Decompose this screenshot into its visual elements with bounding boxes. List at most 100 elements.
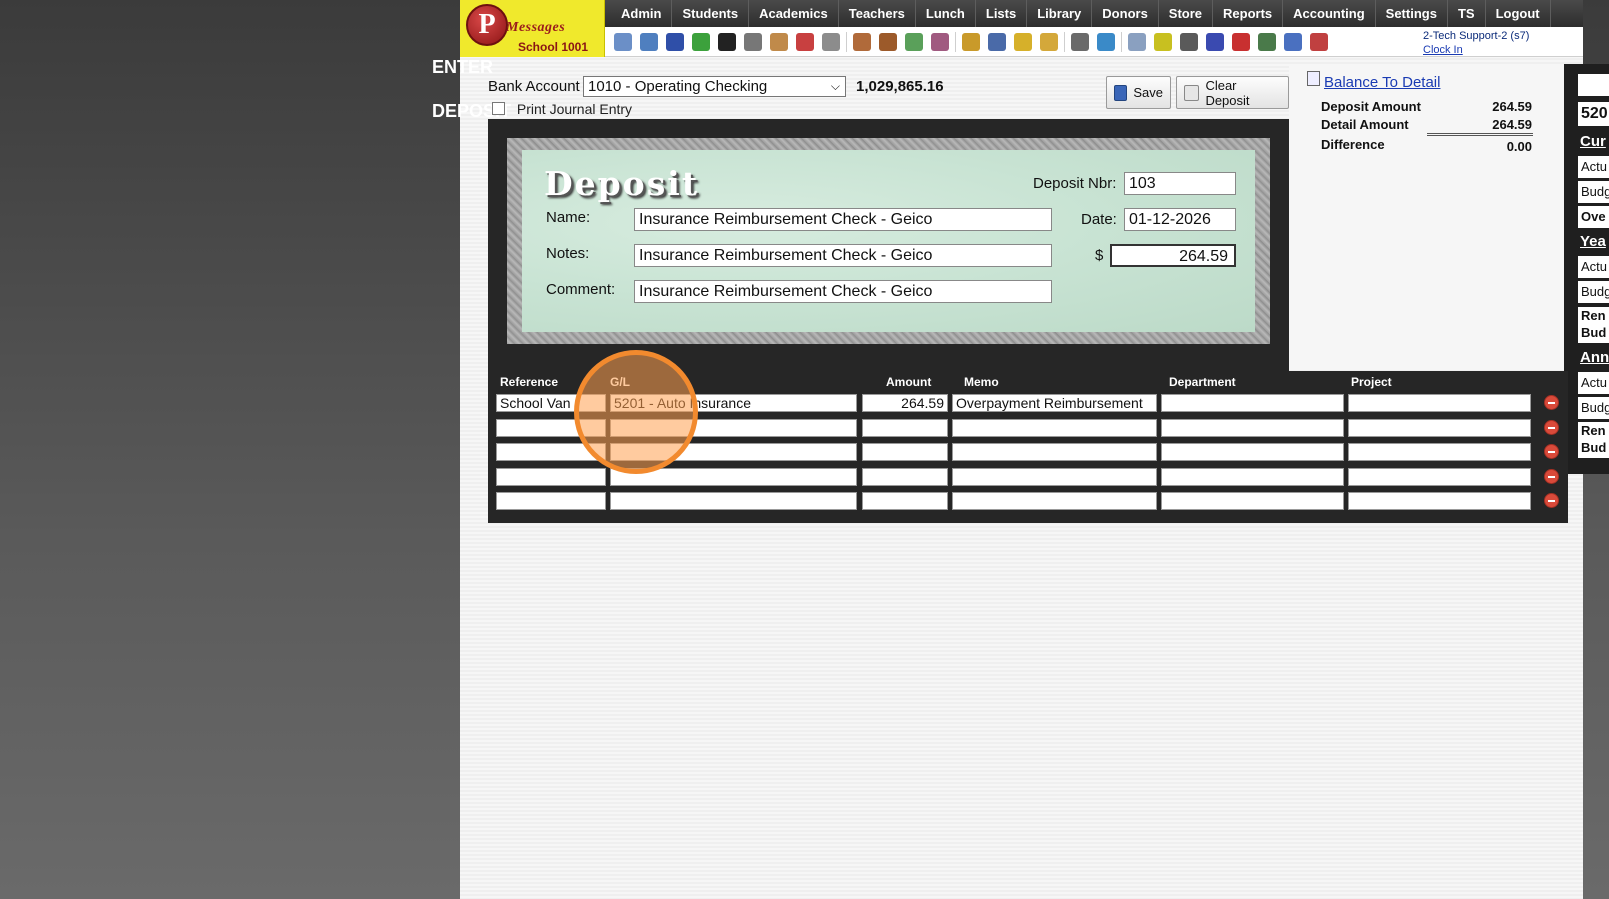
deposit-number-label: Deposit Nbr: [1033, 175, 1117, 192]
cash-icon[interactable] [1258, 32, 1276, 51]
remove-row-icon[interactable] [1544, 468, 1559, 484]
floppy-disk-icon [1114, 84, 1128, 101]
money-icon[interactable] [905, 32, 923, 51]
row-4-project-input[interactable] [1348, 467, 1531, 486]
nav-item-accounting[interactable]: Accounting [1283, 0, 1376, 27]
group-icon[interactable] [931, 32, 949, 51]
bank-account-select[interactable]: 1010 - Operating Checking ⌵ [583, 76, 846, 97]
row-5-amount-input[interactable] [862, 492, 948, 510]
nav-item-lists[interactable]: Lists [976, 0, 1028, 27]
row-3-reference-input[interactable] [496, 443, 606, 461]
toolbar-separator [846, 31, 847, 52]
comment-input[interactable]: Insurance Reimbursement Check - Geico [634, 280, 1052, 303]
speaker-icon[interactable] [744, 32, 762, 51]
row-4-amount-input[interactable] [862, 467, 948, 486]
deposit-number-input[interactable]: 103 [1124, 172, 1236, 195]
book-icon[interactable] [988, 32, 1006, 51]
row-4-gl-input[interactable] [610, 467, 857, 486]
pdf-icon[interactable] [1232, 32, 1250, 51]
calendar-icon[interactable] [796, 32, 814, 51]
nav-item-students[interactable]: Students [672, 0, 750, 27]
nav-item-settings[interactable]: Settings [1376, 0, 1448, 27]
row-3-gl-input[interactable] [610, 443, 857, 461]
nav-item-library[interactable]: Library [1027, 0, 1093, 27]
clock-icon[interactable] [1097, 32, 1115, 51]
nav-item-logout[interactable]: Logout [1486, 0, 1551, 27]
current-actual: Actu [1578, 156, 1609, 178]
row-4-department-input[interactable] [1161, 467, 1344, 486]
report-card-icon[interactable] [770, 32, 788, 51]
row-1-gl-input[interactable]: 5201 - Auto Insurance [610, 394, 857, 412]
person-icon[interactable] [1071, 32, 1089, 51]
row-1-project-input[interactable] [1348, 394, 1531, 412]
remove-row-icon[interactable] [1544, 419, 1559, 435]
date-input[interactable]: 01-12-2026 [1124, 208, 1236, 231]
row-3-project-input[interactable] [1348, 443, 1531, 461]
row-2-project-input[interactable] [1348, 418, 1531, 437]
notes-input[interactable]: Insurance Reimbursement Check - Geico [634, 244, 1052, 267]
list-icon[interactable] [1128, 32, 1146, 51]
row-1-amount-input[interactable]: 264.59 [862, 394, 948, 412]
year-actual: Actu [1578, 256, 1609, 278]
detail-amount-label: Detail Amount [1321, 117, 1409, 132]
teacher-icon[interactable] [853, 32, 871, 51]
remove-row-icon[interactable] [1544, 395, 1559, 410]
balance-to-detail-link[interactable]: Balance To Detail [1324, 74, 1440, 91]
column-header-memo: Memo [964, 375, 999, 389]
row-2-department-input[interactable] [1161, 418, 1344, 437]
name-input[interactable]: Insurance Reimbursement Check - Geico [634, 208, 1052, 231]
row-5-memo-input[interactable] [952, 492, 1157, 510]
row-1-memo-input[interactable]: Overpayment Reimbursement [952, 394, 1157, 412]
nav-item-lunch[interactable]: Lunch [916, 0, 976, 27]
row-2-reference-input[interactable] [496, 418, 606, 437]
row-4-memo-input[interactable] [952, 467, 1157, 486]
notes-label: Notes: [546, 245, 590, 262]
row-3-department-input[interactable] [1161, 443, 1344, 461]
megaphone-icon[interactable] [822, 32, 840, 51]
nav-item-teachers[interactable]: Teachers [839, 0, 916, 27]
nav-item-admin[interactable]: Admin [611, 0, 673, 27]
search-icon[interactable] [614, 32, 632, 51]
ap-icon[interactable] [1206, 32, 1224, 51]
nav-item-reports[interactable]: Reports [1213, 0, 1284, 27]
chat-icon[interactable] [692, 32, 710, 51]
remove-row-icon[interactable] [1544, 493, 1559, 508]
nav-item-academics[interactable]: Academics [749, 0, 839, 27]
printer-icon[interactable] [1180, 32, 1198, 51]
year-remaining-line2: Bud [1581, 325, 1607, 340]
row-3-amount-input[interactable] [862, 443, 948, 461]
row-2-memo-input[interactable] [952, 418, 1157, 437]
save-button[interactable]: Save [1106, 76, 1171, 109]
row-1-reference-input[interactable]: School Van [496, 394, 606, 412]
power-icon[interactable] [1310, 32, 1328, 51]
lunch-icon[interactable] [962, 32, 980, 51]
print-journal-checkbox[interactable] [492, 102, 505, 115]
folder-icon[interactable] [1040, 32, 1058, 51]
row-4-reference-input[interactable] [496, 467, 606, 486]
row-1-department-input[interactable] [1161, 394, 1344, 412]
remove-row-icon[interactable] [1544, 444, 1559, 459]
tag-icon[interactable] [1014, 32, 1032, 51]
school-logo[interactable]: P Messages School 1001 [460, 0, 605, 57]
help-icon[interactable] [1284, 32, 1302, 51]
comment-label: Comment: [546, 281, 616, 298]
student-icon[interactable] [879, 32, 897, 51]
clock-in-link[interactable]: Clock In [1423, 43, 1529, 57]
row-2-gl-input[interactable] [610, 418, 857, 437]
phone-icon[interactable] [718, 32, 736, 51]
deposit-amount-input[interactable]: 264.59 [1110, 244, 1236, 267]
card-icon[interactable] [1154, 32, 1172, 51]
row-5-reference-input[interactable] [496, 492, 606, 510]
row-5-department-input[interactable] [1161, 492, 1344, 510]
nav-item-store[interactable]: Store [1159, 0, 1214, 27]
nav-item-donors[interactable]: Donors [1092, 0, 1159, 27]
detail-amount-value: 264.59 [1492, 117, 1532, 132]
clear-deposit-button[interactable]: Clear Deposit [1176, 76, 1289, 109]
row-5-gl-input[interactable] [610, 492, 857, 510]
email-icon[interactable] [666, 32, 684, 51]
row-3-memo-input[interactable] [952, 443, 1157, 461]
row-2-amount-input[interactable] [862, 418, 948, 437]
row-5-project-input[interactable] [1348, 492, 1531, 510]
nav-item-ts[interactable]: TS [1448, 0, 1486, 27]
calendar-grid-icon[interactable] [640, 32, 658, 51]
